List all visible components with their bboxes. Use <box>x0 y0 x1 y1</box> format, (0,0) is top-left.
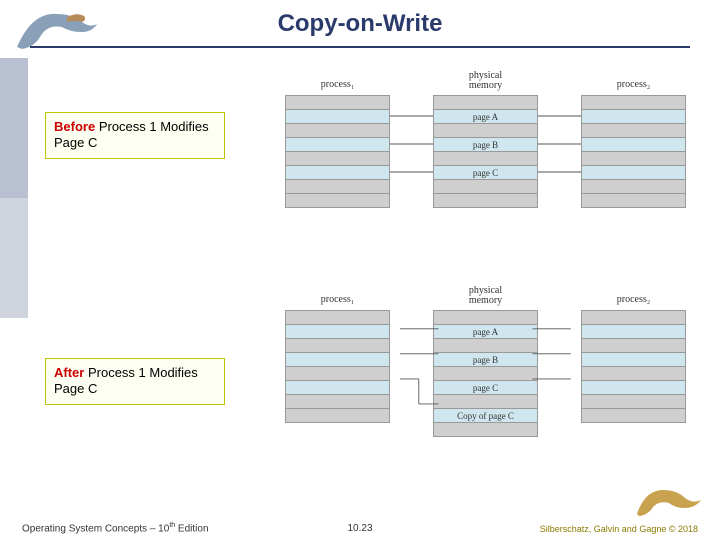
figure-before: process₁ physicalmemory page A page B pa… <box>285 75 685 245</box>
left-accent-sidebar <box>0 58 28 488</box>
callout-before: Before Process 1 Modifies Page C <box>45 112 225 159</box>
before-process1-label: process₁ <box>285 79 390 90</box>
slide: Copy-on-Write Before Process 1 Modifies … <box>0 0 720 540</box>
after-connectors <box>285 310 685 480</box>
footer-right: Silberschatz, Galvin and Gagne © 2018 <box>540 524 698 534</box>
slide-title: Copy-on-Write <box>0 10 720 38</box>
figure-after: process₁ physicalmemory page A page B pa… <box>285 290 685 480</box>
after-process1-label: process₁ <box>285 294 390 305</box>
callout-after: After Process 1 Modifies Page C <box>45 358 225 405</box>
before-process2-label: process₂ <box>581 79 686 90</box>
logo-dinosaur-bottom <box>635 478 705 518</box>
footer: Operating System Concepts – 10th Edition… <box>0 516 720 534</box>
callout-after-keyword: After <box>54 365 84 380</box>
callout-before-keyword: Before <box>54 119 95 134</box>
title-rule <box>30 46 690 48</box>
after-process2-label: process₂ <box>581 294 686 305</box>
before-physmem-label: physicalmemory <box>433 71 538 91</box>
after-physmem-label: physicalmemory <box>433 286 538 306</box>
before-connectors <box>285 95 685 265</box>
